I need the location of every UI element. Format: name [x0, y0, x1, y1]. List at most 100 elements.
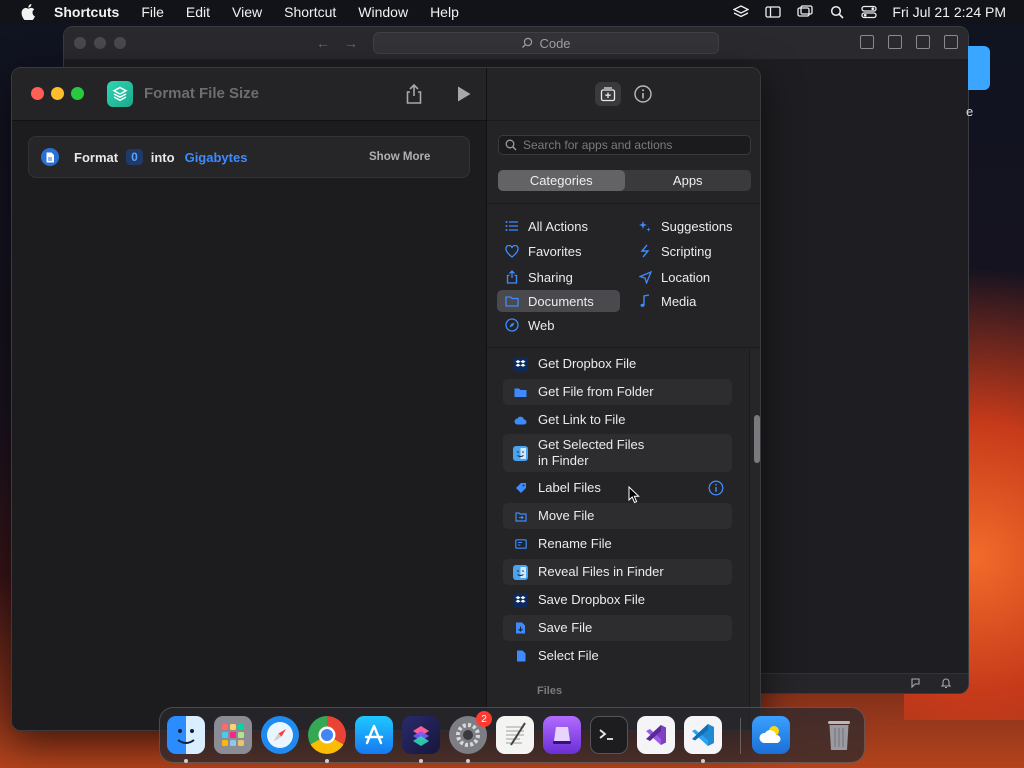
file-size-value-token[interactable]: 0	[126, 149, 143, 165]
action-search-input[interactable]	[523, 138, 743, 152]
category-label: Documents	[528, 293, 594, 309]
close-light-inactive[interactable]	[74, 37, 86, 49]
action-save-dropbox-file[interactable]: Save Dropbox File	[503, 587, 732, 613]
action-rename-file[interactable]: Rename File	[503, 531, 732, 557]
shortcuts-dock-icon[interactable]	[402, 716, 440, 754]
action-label: Get Dropbox File	[538, 356, 637, 371]
trash-dock-icon[interactable]	[820, 716, 858, 754]
action-get-selected-files-in-finder[interactable]: Get Selected Files in Finder	[503, 434, 732, 472]
action-list-scrollbar[interactable]	[749, 350, 760, 730]
info-icon[interactable]	[633, 84, 653, 104]
menu-clock[interactable]: Fri Jul 21 2:24 PM	[892, 4, 1006, 20]
close-button[interactable]	[31, 87, 44, 100]
visual-studio-dock-icon[interactable]	[637, 716, 675, 754]
category-all-actions[interactable]: All Actions	[505, 215, 588, 237]
category-web[interactable]: Web	[505, 314, 555, 336]
zoom-light-inactive[interactable]	[114, 37, 126, 49]
weather-dock-icon[interactable]	[752, 716, 790, 754]
apple-logo-icon[interactable]	[18, 4, 38, 20]
system-settings-dock-icon[interactable]: 2	[449, 711, 492, 754]
forward-arrow-icon[interactable]: →	[344, 35, 358, 51]
category-scripting[interactable]: Scripting	[638, 240, 712, 262]
toggle-primary-sidebar-icon[interactable]	[860, 35, 874, 49]
divider	[487, 203, 760, 204]
compass-icon	[505, 318, 519, 332]
action-library-button[interactable]	[595, 82, 621, 106]
action-info-icon[interactable]	[708, 480, 724, 496]
bell-icon[interactable]	[940, 677, 952, 689]
action-get-file-from-folder[interactable]: Get File from Folder	[503, 379, 732, 405]
finder-icon	[513, 564, 528, 580]
editor-pane: Format File Size Format 0 into Gigabytes…	[12, 68, 486, 730]
minimize-light-inactive[interactable]	[94, 37, 106, 49]
scroll-thumb[interactable]	[754, 415, 760, 463]
back-arrow-icon[interactable]: ←	[316, 35, 330, 51]
toggle-panel-icon[interactable]	[888, 35, 902, 49]
run-play-icon[interactable]	[456, 85, 472, 103]
heart-icon	[505, 244, 519, 258]
section-header-files: Files	[537, 685, 563, 697]
action-search-field[interactable]	[498, 135, 751, 155]
action-label-files[interactable]: Label Files	[503, 475, 732, 501]
category-documents[interactable]: Documents	[497, 290, 620, 312]
category-suggestions[interactable]: Suggestions	[638, 215, 733, 237]
dock-divider	[740, 718, 741, 754]
finder-dock-icon[interactable]	[167, 716, 205, 754]
customize-layout-icon[interactable]	[944, 35, 958, 49]
action-move-file[interactable]: Move File	[503, 503, 732, 529]
background-edge-text: e	[966, 104, 974, 119]
category-favorites[interactable]: Favorites	[505, 240, 581, 262]
safari-dock-icon[interactable]	[261, 716, 299, 754]
folder-icon	[513, 385, 528, 400]
show-more-button[interactable]: Show More	[369, 151, 430, 163]
chrome-dock-icon[interactable]	[308, 716, 346, 754]
menu-window[interactable]: Window	[358, 4, 408, 20]
textedit-dock-icon[interactable]	[496, 716, 534, 754]
accounts-feedback-icon[interactable]	[910, 677, 922, 689]
background-app-tile[interactable]	[968, 46, 990, 90]
spotlight-search-icon[interactable]	[828, 4, 846, 20]
action-select-file[interactable]: Select File	[503, 643, 732, 669]
category-location[interactable]: Location	[638, 266, 710, 288]
menu-help[interactable]: Help	[430, 4, 459, 20]
configurator-dock-icon[interactable]	[543, 716, 581, 754]
divider	[487, 347, 760, 348]
unit-parameter[interactable]: Gigabytes	[185, 150, 248, 165]
action-get-dropbox-file[interactable]: Get Dropbox File	[503, 351, 732, 377]
minimize-button[interactable]	[51, 87, 64, 100]
code-window-titlebar: ← → Code	[64, 27, 968, 59]
zoom-button[interactable]	[71, 87, 84, 100]
shortcut-glyph-icon[interactable]	[107, 81, 133, 107]
terminal-dock-icon[interactable]	[590, 716, 628, 754]
save-file-icon	[513, 621, 528, 636]
shortcut-title[interactable]: Format File Size	[144, 85, 259, 102]
running-indicator	[184, 759, 188, 763]
category-sharing[interactable]: Sharing	[505, 266, 573, 288]
action-get-link-to-file[interactable]: Get Link to File	[503, 407, 732, 433]
dock: 2	[159, 707, 865, 763]
menu-app-name[interactable]: Shortcuts	[54, 4, 119, 20]
control-center-icon[interactable]	[860, 4, 878, 20]
library-segmented-control: Categories Apps	[498, 170, 751, 191]
segment-categories[interactable]: Categories	[498, 170, 625, 191]
menu-edit[interactable]: Edit	[186, 4, 210, 20]
toggle-secondary-sidebar-icon[interactable]	[916, 35, 930, 49]
sidebar-status-icon[interactable]	[764, 4, 782, 20]
app-store-dock-icon[interactable]	[355, 716, 393, 754]
vscode-dock-icon[interactable]	[684, 716, 722, 754]
action-reveal-files-in-finder[interactable]: Reveal Files in Finder	[503, 559, 732, 585]
action-save-file[interactable]: Save File	[503, 615, 732, 641]
category-media[interactable]: Media	[638, 290, 696, 312]
share-icon[interactable]	[404, 83, 424, 105]
menu-shortcut[interactable]: Shortcut	[284, 4, 336, 20]
dropbox-icon	[513, 592, 528, 608]
screen-mirroring-icon[interactable]	[796, 4, 814, 20]
launchpad-dock-icon[interactable]	[214, 716, 252, 754]
layers-status-icon[interactable]	[732, 4, 750, 20]
menu-file[interactable]: File	[141, 4, 164, 20]
format-file-size-action[interactable]: Format 0 into Gigabytes Show More	[28, 136, 470, 178]
segment-apps[interactable]: Apps	[625, 170, 752, 191]
rename-icon	[513, 537, 528, 552]
menu-view[interactable]: View	[232, 4, 262, 20]
code-command-center[interactable]: Code	[373, 32, 719, 54]
